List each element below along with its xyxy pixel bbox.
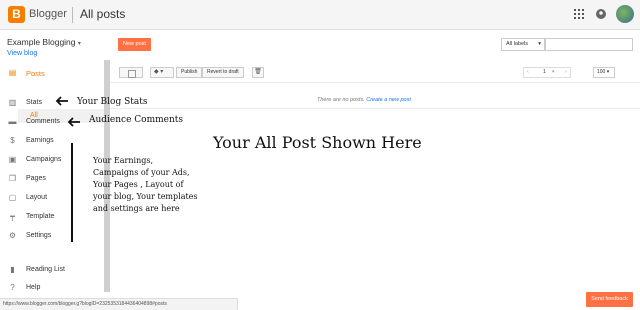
account-circle-icon[interactable]	[596, 7, 606, 23]
chevron-down-icon: ▾	[552, 69, 555, 75]
blogger-logo-icon[interactable]: B	[8, 6, 25, 23]
create-post-link[interactable]: Create a new post	[366, 97, 411, 103]
pages-icon: ❐	[8, 174, 17, 183]
gear-icon: ⚙	[8, 231, 17, 240]
publish-button[interactable]: Publish	[176, 67, 203, 78]
annotation-note-line: and settings are here	[93, 204, 180, 213]
sidebar-item-label: Posts	[26, 69, 45, 78]
sidebar-item-label: Earnings	[26, 137, 54, 144]
empty-posts-row: There are no posts. Create a new post	[110, 93, 640, 109]
sidebar-item-label: Campaigns	[26, 156, 62, 163]
annotation-note-line: Your Earnings,	[93, 156, 153, 165]
empty-message: There are no posts. Create a new post	[317, 97, 411, 103]
page-number[interactable]: 1	[543, 68, 546, 77]
per-page-value: 100	[597, 69, 606, 75]
label-tag-button[interactable]: ◆ ▾	[150, 67, 174, 78]
chevron-down-icon: ▾	[538, 41, 541, 47]
page-title: All posts	[80, 7, 126, 21]
posts-icon: ▤	[8, 68, 17, 77]
labels-dropdown-value: All labels	[506, 41, 529, 47]
stats-icon: ▥	[8, 98, 17, 107]
sidebar-item-earnings[interactable]: $ Earnings	[0, 133, 105, 149]
sidebar-item-label: Comments	[26, 118, 60, 125]
tag-icon: ◆ ▾	[154, 69, 164, 75]
top-bar: B Blogger All posts	[0, 0, 640, 30]
send-feedback-button[interactable]: Send feedback	[586, 292, 633, 307]
sidebar: Example Blogging ▾ View blog ▤ Posts All…	[0, 30, 105, 298]
annotation-bracket-line	[71, 143, 73, 242]
annotation-note-line: Campaigns of your Ads,	[93, 168, 190, 177]
sidebar-item-settings[interactable]: ⚙ Settings	[0, 228, 105, 244]
main-toolbar: New post All labels ▾	[110, 30, 640, 60]
user-avatar[interactable]	[616, 5, 634, 23]
sidebar-item-pages[interactable]: ❐ Pages	[0, 171, 105, 187]
brand-name[interactable]: Blogger	[29, 8, 67, 20]
chevron-down-icon: ▾	[77, 41, 81, 47]
header-divider	[72, 7, 73, 23]
pagination: ‹ 1 ▾ ›	[523, 67, 571, 78]
sidebar-item-label: Settings	[26, 232, 52, 239]
sidebar-item-posts[interactable]: ▤ Posts	[0, 65, 105, 81]
search-input[interactable]	[545, 38, 633, 51]
comment-icon: ▬	[8, 117, 17, 126]
annotation-note: Your Earnings, Campaigns of your Ads, Yo…	[93, 155, 198, 215]
empty-text: There are no posts.	[317, 97, 365, 103]
per-page-dropdown[interactable]: 100 ▾	[593, 67, 615, 78]
trash-icon[interactable]: 🗑	[252, 67, 264, 78]
view-blog-link[interactable]: View blog	[7, 50, 37, 57]
template-icon: ┯	[10, 212, 15, 221]
help-icon: ?	[10, 283, 15, 292]
labels-dropdown[interactable]: All labels ▾	[501, 38, 545, 51]
sidebar-item-label: Layout	[26, 194, 48, 201]
annotation-note-line: your blog, Your templates	[93, 192, 198, 201]
annotation-all-posts: Your All Post Shown Here	[213, 133, 422, 152]
posts-action-bar: ◆ ▾ Publish Revert to draft 🗑 ‹ 1 ▾ › 10…	[110, 63, 640, 83]
prev-page-icon[interactable]: ‹	[527, 68, 529, 77]
sidebar-item-label: Reading List	[26, 266, 65, 273]
new-post-button[interactable]: New post	[118, 38, 151, 51]
sidebar-item-label: Pages	[26, 175, 46, 182]
next-page-icon[interactable]: ›	[565, 68, 567, 77]
annotation-stats: Your Blog Stats	[77, 97, 148, 107]
revert-to-draft-button[interactable]: Revert to draft	[202, 67, 244, 78]
campaign-icon: ▣	[8, 155, 17, 164]
sidebar-item-layout[interactable]: ▢ Layout	[0, 190, 105, 206]
sidebar-item-reading-list[interactable]: ▮ Reading List	[0, 262, 105, 278]
bookmark-icon: ▮	[10, 265, 15, 274]
sidebar-item-help[interactable]: ? Help	[0, 280, 105, 296]
arrow-left-icon	[67, 117, 80, 127]
sidebar-item-label: Template	[26, 213, 55, 220]
blog-selector[interactable]: Example Blogging ▾	[7, 37, 81, 47]
layout-icon: ▢	[8, 193, 17, 202]
browser-status-bar: https://www.blogger.com/blogger.g?blogID…	[0, 298, 238, 310]
sidebar-item-template[interactable]: ┯ Template	[0, 209, 105, 225]
apps-grid-icon[interactable]	[574, 7, 584, 23]
dollar-icon: $	[10, 136, 15, 145]
select-all-checkbox[interactable]	[119, 67, 143, 78]
arrow-left-icon	[55, 96, 68, 106]
annotation-note-line: Your Pages , Layout of	[93, 180, 184, 189]
sidebar-item-label: Stats	[26, 99, 42, 106]
annotation-comments: Audience Comments	[89, 115, 184, 125]
sidebar-item-campaigns[interactable]: ▣ Campaigns	[0, 152, 105, 168]
sidebar-item-label: Help	[26, 284, 41, 291]
blog-name: Example Blogging	[7, 37, 76, 47]
